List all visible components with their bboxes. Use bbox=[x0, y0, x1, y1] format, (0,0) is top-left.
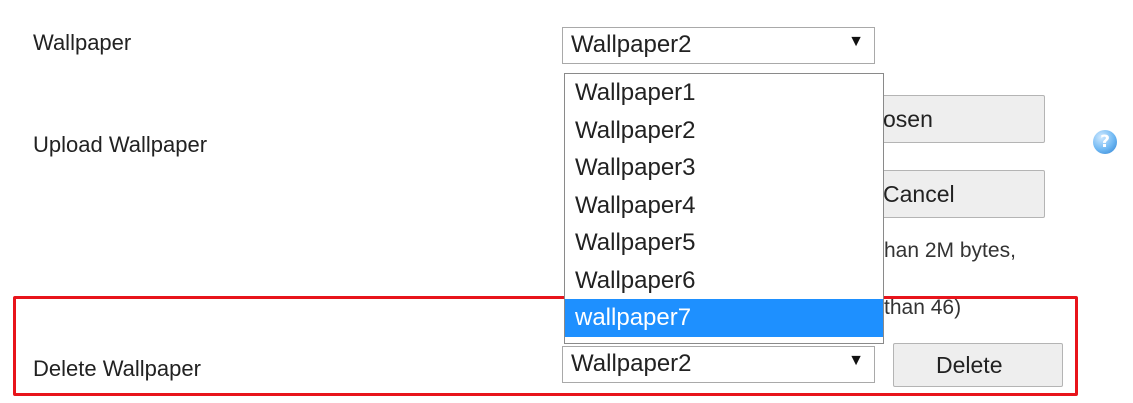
dropdown-option-wallpaper2[interactable]: Wallpaper2 bbox=[565, 112, 883, 150]
wallpaper-select-value: Wallpaper2 bbox=[571, 31, 692, 58]
cancel-button-label: Cancel bbox=[883, 181, 955, 207]
wallpaper-select[interactable]: Wallpaper2 ▼ bbox=[562, 27, 875, 64]
delete-wallpaper-select[interactable]: Wallpaper2 ▼ bbox=[562, 346, 875, 383]
dropdown-option-wallpaper3[interactable]: Wallpaper3 bbox=[565, 149, 883, 187]
dropdown-option-wallpaper6[interactable]: Wallpaper6 bbox=[565, 262, 883, 300]
delete-wallpaper-select-value: Wallpaper2 bbox=[571, 350, 692, 377]
upload-wallpaper-label: Upload Wallpaper bbox=[33, 132, 208, 157]
chevron-down-icon: ▼ bbox=[848, 352, 864, 369]
delete-button[interactable]: Delete bbox=[893, 343, 1063, 387]
delete-wallpaper-label: Delete Wallpaper bbox=[33, 356, 201, 381]
dropdown-option-wallpaper1[interactable]: Wallpaper1 bbox=[565, 74, 883, 112]
delete-button-label: Delete bbox=[936, 352, 1003, 378]
question-help-icon[interactable]: ? bbox=[1093, 130, 1117, 154]
chevron-down-icon: ▼ bbox=[848, 33, 864, 50]
choose-file-button-label: osen bbox=[883, 106, 933, 132]
dropdown-option-wallpaper7[interactable]: wallpaper7 bbox=[565, 299, 883, 337]
wallpaper-label: Wallpaper bbox=[33, 30, 132, 55]
dropdown-option-wallpaper4[interactable]: Wallpaper4 bbox=[565, 187, 883, 225]
dropdown-option-wallpaper5[interactable]: Wallpaper5 bbox=[565, 224, 883, 262]
upload-note-line1: han 2M bytes, bbox=[884, 239, 1016, 262]
wallpaper-dropdown-list[interactable]: Wallpaper1 Wallpaper2 Wallpaper3 Wallpap… bbox=[564, 73, 884, 344]
